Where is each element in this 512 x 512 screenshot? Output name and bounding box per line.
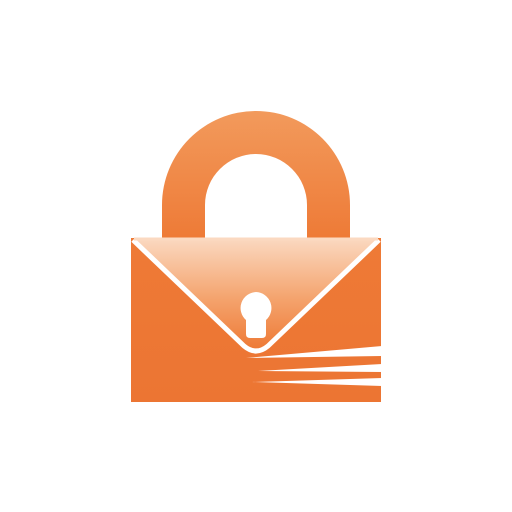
lock-shackle bbox=[162, 111, 350, 240]
padlock-envelope-icon bbox=[131, 111, 382, 402]
logo-canvas bbox=[0, 0, 512, 512]
